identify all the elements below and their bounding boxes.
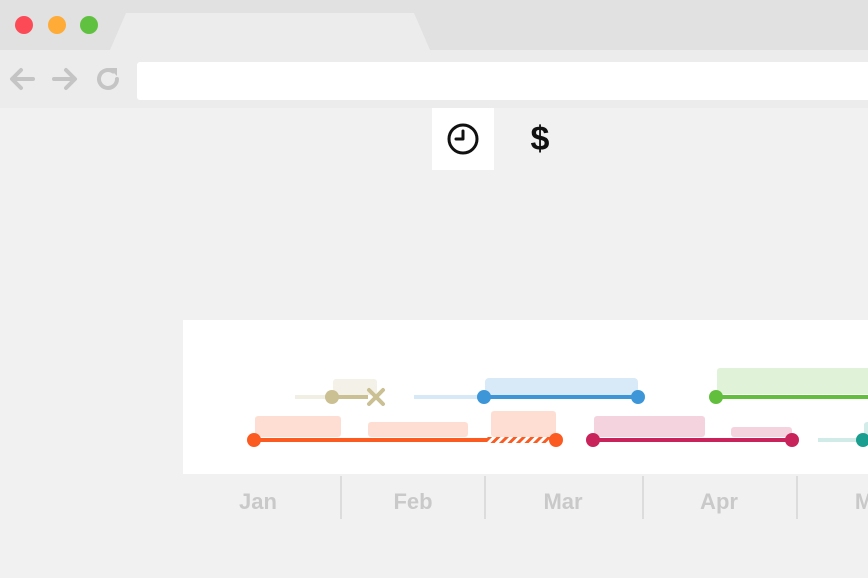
- month-label-feb: Feb: [393, 489, 433, 514]
- blue-milestone-block: [485, 378, 638, 395]
- orange-overdue-segment: [487, 437, 553, 443]
- tan-task-start[interactable]: [325, 390, 339, 404]
- month-separator: [642, 476, 644, 519]
- green-milestone-block: [717, 368, 868, 394]
- pink-milestone-block-2: [731, 427, 792, 437]
- orange-milestone-block-3: [491, 411, 556, 437]
- teal-task-start[interactable]: [856, 433, 868, 447]
- orange-milestone-block-2: [368, 422, 468, 437]
- blue-task-start[interactable]: [477, 390, 491, 404]
- month-label-mar: Mar: [543, 489, 583, 514]
- month-separator: [796, 476, 798, 519]
- month-label-jan: Jan: [239, 489, 277, 514]
- month-label-may: M: [854, 489, 868, 514]
- green-task-start[interactable]: [709, 390, 723, 404]
- orange-milestone-block-1: [255, 416, 341, 437]
- month-separator: [484, 476, 486, 519]
- month-label-apr: Apr: [700, 489, 738, 514]
- pink-task-end[interactable]: [785, 433, 799, 447]
- pink-task-start[interactable]: [586, 433, 600, 447]
- blue-task-end[interactable]: [631, 390, 645, 404]
- orange-task-end[interactable]: [549, 433, 563, 447]
- orange-task-start[interactable]: [247, 433, 261, 447]
- month-separator: [340, 476, 342, 519]
- pink-milestone-block-1: [594, 416, 705, 437]
